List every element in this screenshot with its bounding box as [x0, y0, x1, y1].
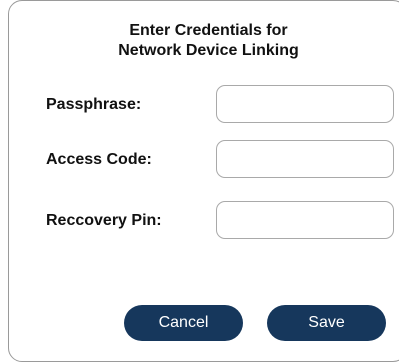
passphrase-label: Passphrase:: [46, 96, 142, 113]
dialog-title-line-1: Enter Credentials for: [129, 22, 288, 39]
save-button[interactable]: Save: [267, 305, 386, 341]
recovery-pin-label: Reccovery Pin:: [46, 212, 162, 229]
credentials-dialog: Enter Credentials for Network Device Lin…: [8, 0, 399, 362]
access-code-label: Access Code:: [46, 151, 152, 168]
dialog-title-line-2: Network Device Linking: [118, 42, 299, 59]
screen: Enter Credentials for Network Device Lin…: [0, 0, 399, 362]
passphrase-input[interactable]: [216, 85, 394, 123]
access-code-input[interactable]: [216, 140, 394, 178]
recovery-pin-input[interactable]: [216, 201, 394, 239]
dialog-title: Enter Credentials for Network Device Lin…: [9, 21, 399, 61]
cancel-button[interactable]: Cancel: [124, 305, 243, 341]
